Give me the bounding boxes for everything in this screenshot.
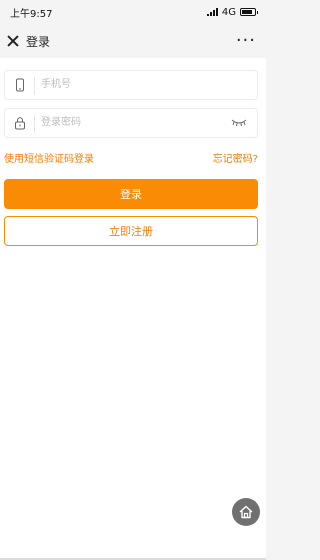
lock-icon	[15, 117, 25, 130]
sms-login-link[interactable]: 使用短信验证码登录	[4, 150, 94, 165]
phone-icon	[16, 78, 24, 92]
status-bar: 上午9:57 4G	[0, 0, 266, 24]
password-input[interactable]: 登录密码	[41, 109, 81, 137]
field-divider	[34, 115, 35, 133]
network-label: 4G	[221, 6, 236, 18]
home-icon	[239, 505, 253, 519]
forgot-password-link[interactable]: 忘记密码?	[213, 150, 258, 165]
field-divider	[34, 77, 35, 95]
signal-icon	[206, 8, 218, 16]
eye-closed-icon[interactable]	[231, 117, 247, 127]
battery-icon	[240, 8, 258, 16]
page-title: 登录	[26, 34, 51, 49]
login-links: 使用短信验证码登录 忘记密码?	[4, 150, 258, 165]
home-button[interactable]	[232, 498, 260, 526]
status-icons: 4G	[206, 6, 258, 18]
more-menu-icon[interactable]: ···	[236, 32, 260, 50]
login-form-area: 手机号 登录密码 使用短信验证码登录 忘记密码? 登录 立即注册	[0, 58, 266, 560]
phone-input[interactable]: 手机号	[41, 71, 71, 99]
phone-field[interactable]: 手机号	[4, 70, 258, 100]
nav-bar: 登录 ···	[0, 24, 266, 58]
status-time: 上午9:57	[10, 8, 53, 20]
password-field[interactable]: 登录密码	[4, 108, 258, 138]
close-icon[interactable]	[6, 34, 20, 48]
login-button[interactable]: 登录	[4, 179, 258, 209]
register-button[interactable]: 立即注册	[4, 216, 258, 246]
